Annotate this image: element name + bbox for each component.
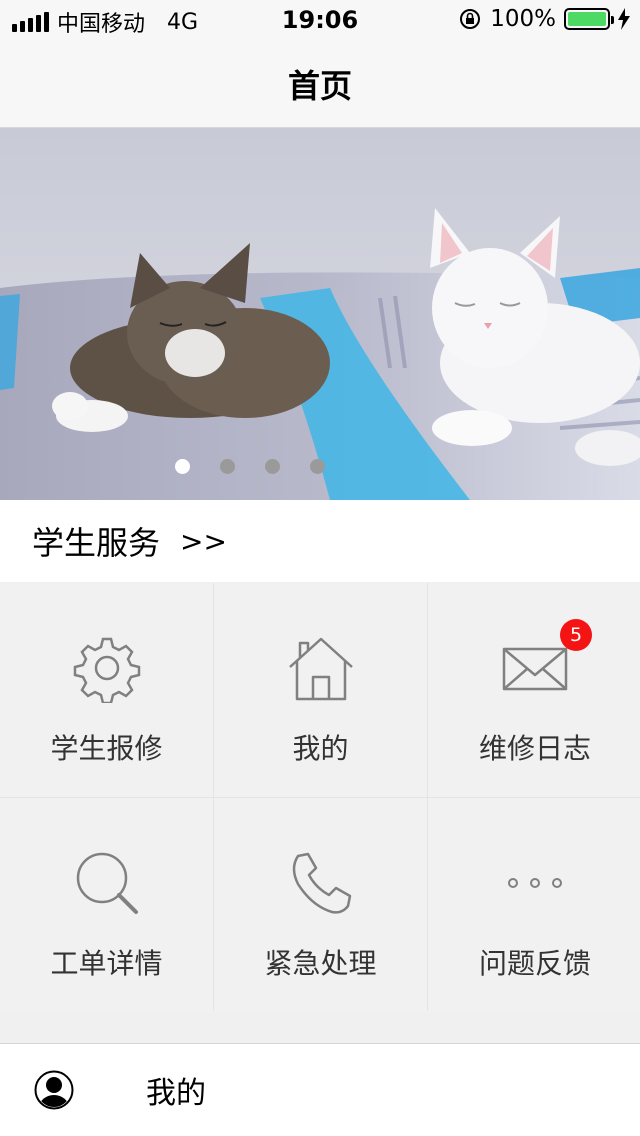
search-icon	[72, 848, 142, 918]
unread-badge: 5	[560, 619, 592, 651]
carousel-dot[interactable]	[310, 459, 325, 474]
grid-item-label: 我的	[292, 732, 349, 765]
grid-item-emergency[interactable]: 紧急处理	[214, 798, 427, 1012]
grid-item-repair-log[interactable]: 5 维修日志	[428, 583, 640, 797]
carousel-indicator	[0, 459, 640, 474]
battery-percent: 100%	[490, 6, 556, 32]
carousel-dot[interactable]	[220, 459, 235, 474]
carousel-dot[interactable]	[265, 459, 280, 474]
mail-icon: 5	[500, 619, 592, 703]
gear-icon	[72, 633, 142, 705]
grid-item-work-order[interactable]: 工单详情	[0, 798, 213, 1012]
user-icon	[34, 1070, 74, 1110]
charging-icon	[618, 8, 630, 30]
banner-image	[0, 128, 640, 500]
grid-item-label: 学生报修	[50, 732, 163, 765]
grid-item-label: 维修日志	[478, 732, 591, 765]
grid-item-label: 问题反馈	[478, 947, 591, 980]
rotation-lock-icon	[460, 9, 481, 29]
my-profile-label: 我的	[146, 1076, 206, 1111]
battery-icon	[564, 8, 614, 30]
grid-item-label: 工单详情	[50, 947, 163, 980]
home-icon	[286, 633, 356, 703]
section-title: 学生服务	[32, 524, 161, 562]
page-title: 首页	[287, 66, 352, 105]
grid-item-mine[interactable]: 我的	[214, 583, 427, 797]
status-bar: 中国移动 4G 19:06 100%	[0, 0, 640, 40]
nav-bar: 首页	[0, 40, 640, 128]
student-services-header[interactable]: 学生服务 >>	[0, 500, 640, 582]
grid-item-label: 紧急处理	[264, 947, 377, 980]
status-right: 100%	[458, 6, 630, 32]
grid-item-feedback[interactable]: 问题反馈	[428, 798, 640, 1012]
grid-item-repair[interactable]: 学生报修	[0, 583, 213, 797]
phone-icon	[286, 848, 356, 918]
more-icon	[500, 848, 570, 918]
service-grid: 学生报修 我的 5 维修日志 工单详情 紧急处理 问题反馈	[0, 583, 640, 1012]
my-profile-row[interactable]: 我的	[0, 1043, 640, 1136]
carousel-dot[interactable]	[175, 459, 190, 474]
section-arrow: >>	[180, 524, 227, 558]
banner-carousel[interactable]	[0, 128, 640, 500]
